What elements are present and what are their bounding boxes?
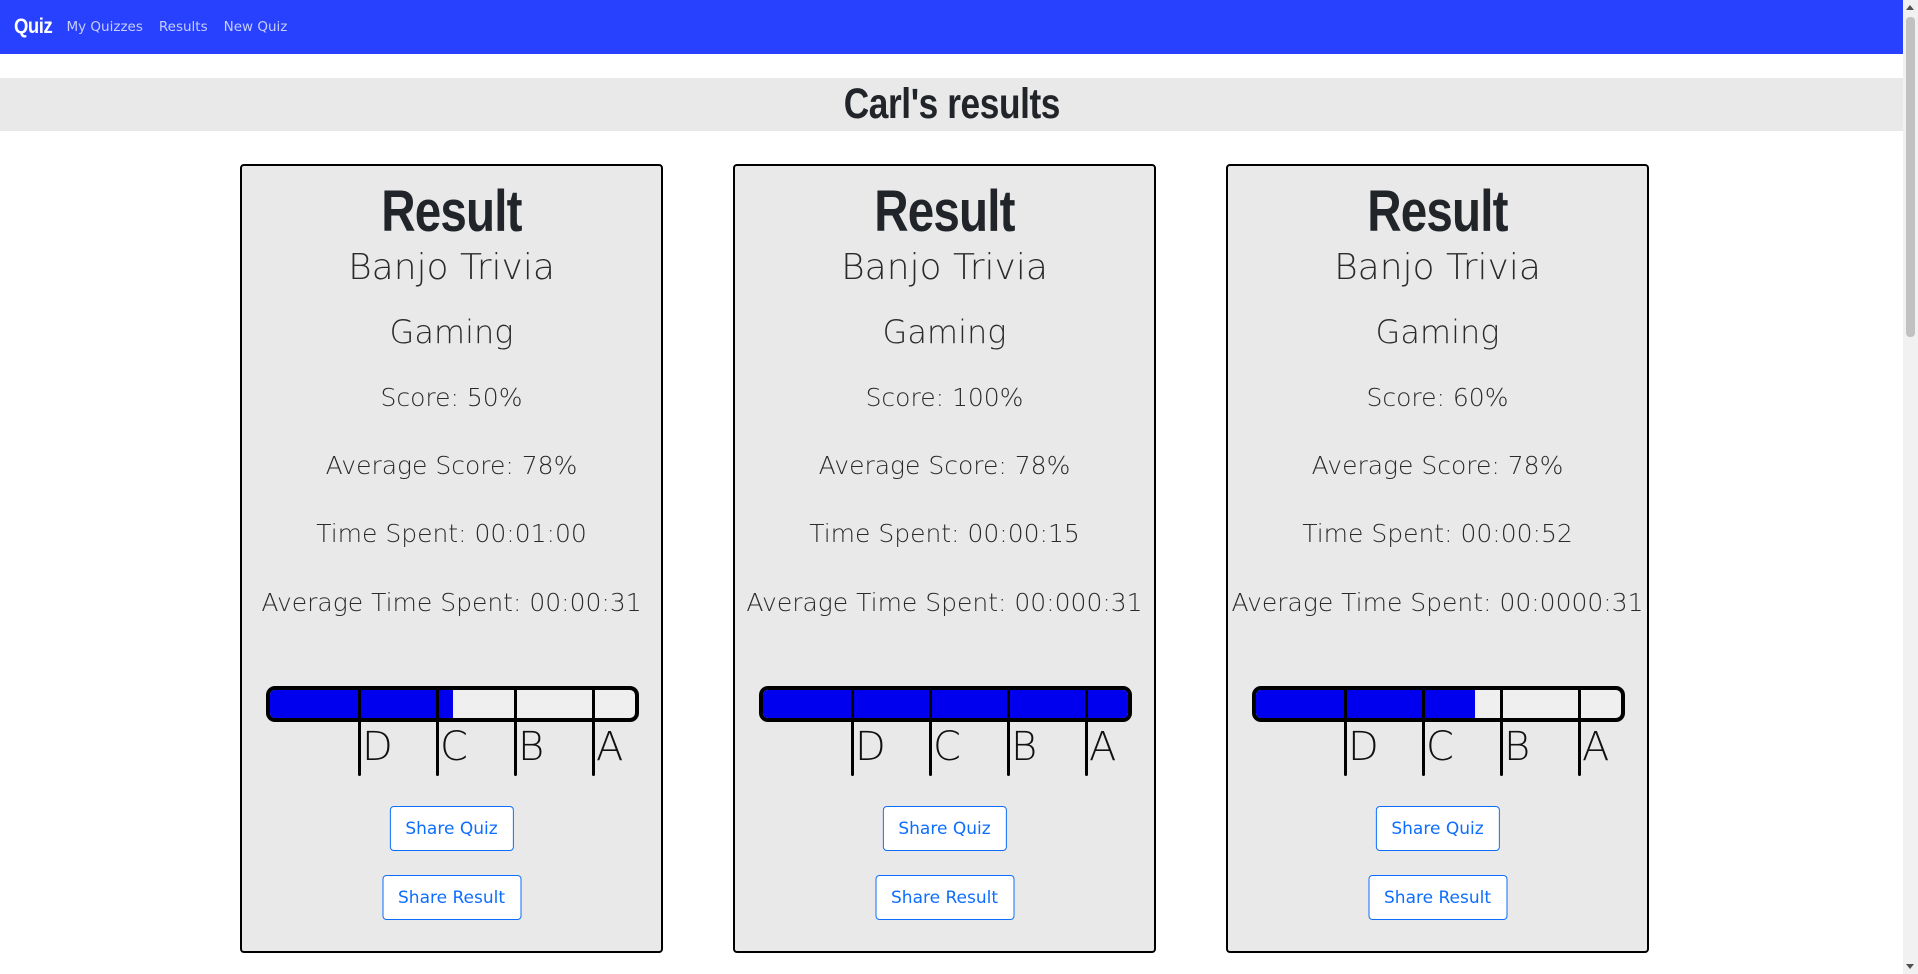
grade-marker-a bbox=[1085, 686, 1088, 776]
time-spent-text: Time Spent: 00:01:00 bbox=[316, 519, 587, 548]
grade-label-c: C bbox=[933, 724, 961, 770]
score-progress-fill bbox=[1256, 690, 1475, 718]
nav-link-results[interactable]: Results bbox=[159, 19, 208, 35]
scroll-down-arrow-icon[interactable] bbox=[1906, 964, 1914, 969]
page-title-band: Carl's results bbox=[0, 78, 1903, 131]
grade-marker-a bbox=[1578, 686, 1581, 776]
quiz-name: Banjo Trivia bbox=[1334, 247, 1541, 288]
average-score-text: Average Score: 78% bbox=[325, 451, 578, 480]
nav-link-new-quiz[interactable]: New Quiz bbox=[224, 19, 288, 35]
grade-marker-c bbox=[929, 686, 932, 776]
average-time-text: Average Time Spent: 00:000:31 bbox=[746, 588, 1143, 617]
score-progress-fill bbox=[270, 690, 453, 718]
grade-label-c: C bbox=[1426, 724, 1454, 770]
result-heading: Result bbox=[1367, 179, 1508, 244]
page-title: Carl's results bbox=[843, 80, 1060, 128]
grade-label-d: D bbox=[1348, 724, 1379, 770]
score-progress-bar bbox=[759, 686, 1132, 722]
share-quiz-button[interactable]: Share Quiz bbox=[389, 806, 514, 851]
quiz-category: Gaming bbox=[1375, 313, 1500, 351]
vertical-scrollbar[interactable] bbox=[1903, 0, 1918, 974]
average-score-text: Average Score: 78% bbox=[818, 451, 1071, 480]
grade-label-c: C bbox=[440, 724, 468, 770]
result-heading: Result bbox=[874, 179, 1015, 244]
quiz-name: Banjo Trivia bbox=[841, 247, 1048, 288]
grade-marker-b bbox=[1007, 686, 1010, 776]
grade-marker-a bbox=[592, 686, 595, 776]
grade-label-d: D bbox=[362, 724, 393, 770]
share-result-button[interactable]: Share Result bbox=[875, 875, 1014, 920]
score-text: Score: 50% bbox=[380, 383, 523, 412]
quiz-name: Banjo Trivia bbox=[348, 247, 555, 288]
top-navbar: Quiz My Quizzes Results New Quiz bbox=[0, 0, 1903, 54]
grade-marker-b bbox=[1500, 686, 1503, 776]
grade-marker-c bbox=[1422, 686, 1425, 776]
share-quiz-button[interactable]: Share Quiz bbox=[1375, 806, 1500, 851]
score-progress-bar bbox=[1252, 686, 1625, 722]
grade-marker-d bbox=[1344, 686, 1347, 776]
grade-marker-d bbox=[358, 686, 361, 776]
share-result-button[interactable]: Share Result bbox=[382, 875, 521, 920]
nav-link-my-quizzes[interactable]: My Quizzes bbox=[67, 19, 143, 35]
nav-links: My Quizzes Results New Quiz bbox=[67, 19, 304, 35]
score-progress-bar bbox=[266, 686, 639, 722]
result-card: Result Banjo Trivia Gaming Score: 100% A… bbox=[733, 164, 1156, 953]
score-progress-fill bbox=[763, 690, 1128, 718]
quiz-category: Gaming bbox=[389, 313, 514, 351]
grade-label-a: A bbox=[596, 724, 624, 770]
grade-marker-c bbox=[436, 686, 439, 776]
grade-label-b: B bbox=[518, 724, 545, 770]
scroll-up-arrow-icon[interactable] bbox=[1906, 5, 1914, 10]
average-score-text: Average Score: 78% bbox=[1311, 451, 1564, 480]
grade-label-b: B bbox=[1011, 724, 1038, 770]
average-time-text: Average Time Spent: 00:0000:31 bbox=[1231, 588, 1644, 617]
grade-label-d: D bbox=[855, 724, 886, 770]
result-heading: Result bbox=[381, 179, 522, 244]
grade-label-a: A bbox=[1582, 724, 1610, 770]
result-card: Result Banjo Trivia Gaming Score: 60% Av… bbox=[1226, 164, 1649, 953]
grade-label-a: A bbox=[1089, 724, 1117, 770]
share-quiz-button[interactable]: Share Quiz bbox=[882, 806, 1007, 851]
result-card: Result Banjo Trivia Gaming Score: 50% Av… bbox=[240, 164, 663, 953]
time-spent-text: Time Spent: 00:00:15 bbox=[809, 519, 1080, 548]
grade-marker-d bbox=[851, 686, 854, 776]
score-text: Score: 100% bbox=[865, 383, 1024, 412]
scrollbar-thumb[interactable] bbox=[1906, 17, 1915, 337]
brand-logo-link[interactable]: Quiz bbox=[14, 15, 53, 39]
share-result-button[interactable]: Share Result bbox=[1368, 875, 1507, 920]
time-spent-text: Time Spent: 00:00:52 bbox=[1302, 519, 1573, 548]
grade-marker-b bbox=[514, 686, 517, 776]
average-time-text: Average Time Spent: 00:00:31 bbox=[261, 588, 642, 617]
score-text: Score: 60% bbox=[1366, 383, 1509, 412]
quiz-category: Gaming bbox=[882, 313, 1007, 351]
grade-label-b: B bbox=[1504, 724, 1531, 770]
